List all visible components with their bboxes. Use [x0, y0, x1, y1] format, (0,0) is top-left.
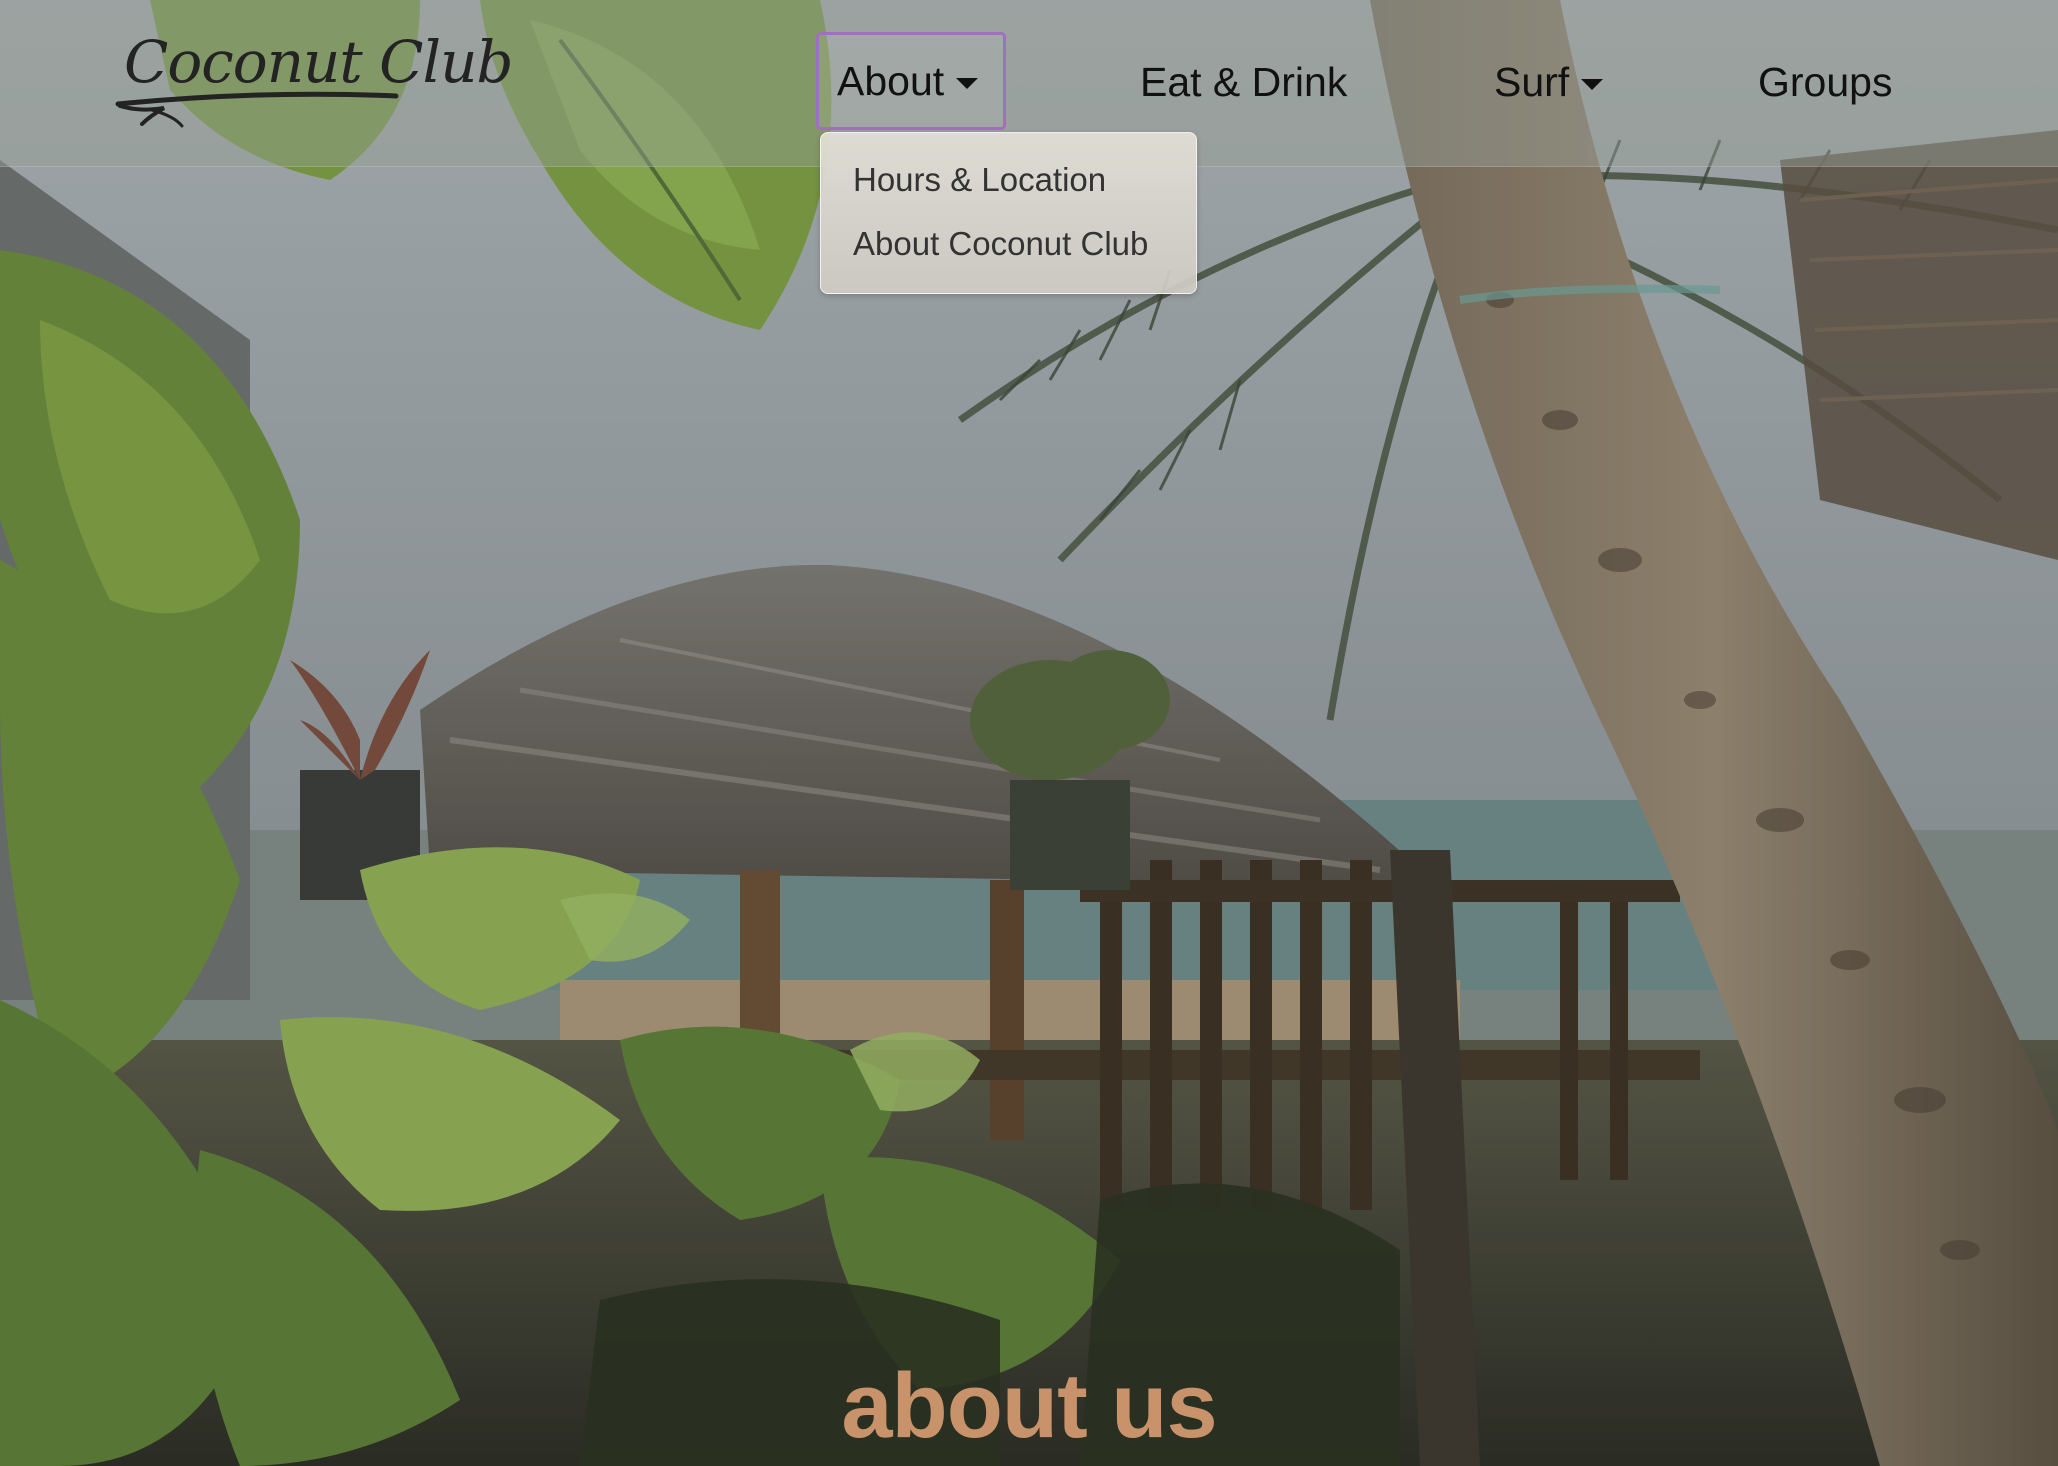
caret-down-icon: [956, 77, 979, 89]
brand-logo[interactable]: Coconut Club: [112, 26, 514, 138]
surfboard-swoosh-icon: [115, 91, 399, 128]
nav-about-label: About: [837, 57, 945, 104]
dropdown-item-about-coconut-club[interactable]: About Coconut Club: [853, 225, 1148, 263]
nav-groups-label: Groups: [1758, 58, 1893, 105]
dropdown-item-hours-location[interactable]: Hours & Location: [853, 161, 1106, 199]
nav-eat-drink-label: Eat & Drink: [1140, 58, 1348, 105]
nav-eat-drink[interactable]: Eat & Drink: [1140, 34, 1347, 130]
page: Coconut Club About Eat & Drink Surf Grou…: [0, 0, 2058, 1466]
nav-about[interactable]: About: [816, 32, 1006, 130]
nav-surf-label: Surf: [1494, 58, 1570, 105]
page-title: about us: [841, 1354, 1217, 1457]
caret-down-icon: [1581, 78, 1604, 90]
nav-surf[interactable]: Surf: [1494, 34, 1604, 130]
about-dropdown-menu: Hours & Location About Coconut Club: [820, 132, 1197, 294]
nav-groups[interactable]: Groups: [1758, 34, 1892, 130]
